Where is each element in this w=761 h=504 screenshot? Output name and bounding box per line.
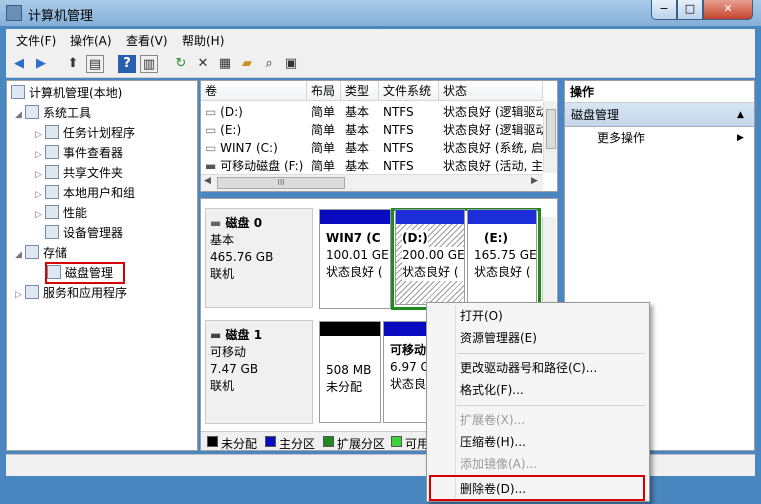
- scroll-left-icon[interactable]: ◀: [204, 176, 211, 186]
- show-tree-icon[interactable]: ▤: [86, 55, 104, 73]
- collapse-up-icon[interactable]: ▲: [737, 103, 744, 127]
- collapse-icon[interactable]: ◢: [15, 106, 25, 124]
- partition-unallocated[interactable]: 508 MB 未分配: [319, 321, 381, 423]
- navigation-tree: 计算机管理(本地) ◢ 系统工具 ▷ 任务计划程序 ▷ 事件查看器 ▷ 共享文件夹 ▷ 本…: [6, 80, 198, 451]
- expand-icon[interactable]: ▷: [15, 286, 25, 304]
- users-icon: [45, 185, 59, 199]
- menu-action[interactable]: 操作(A): [70, 32, 112, 49]
- menu-item-open[interactable]: 打开(O): [460, 306, 503, 326]
- legend-swatch-extended: [323, 436, 334, 447]
- expand-icon[interactable]: ▷: [35, 146, 45, 164]
- partition-d[interactable]: (D:) 200.00 GE 状态良好 (: [395, 209, 465, 305]
- properties-icon[interactable]: ▦: [216, 55, 234, 73]
- column-header-type[interactable]: 类型: [341, 81, 379, 101]
- column-header-layout[interactable]: 布局: [307, 81, 341, 101]
- tree-item-services-apps[interactable]: ▷ 服务和应用程序: [15, 284, 127, 302]
- tree-item-task-scheduler[interactable]: ▷ 任务计划程序: [35, 124, 135, 142]
- tree-item-local-users[interactable]: ▷ 本地用户和组: [35, 184, 135, 202]
- scroll-thumb[interactable]: [546, 109, 556, 149]
- tree-item-storage[interactable]: ◢ 存储: [15, 244, 67, 262]
- menu-separator: [457, 353, 645, 354]
- performance-icon: [45, 205, 59, 219]
- horizontal-scrollbar[interactable]: ◀ III ▶: [201, 174, 543, 191]
- actions-header: 操作: [565, 81, 754, 103]
- event-log-icon: [45, 145, 59, 159]
- tree-item-system-tools[interactable]: ◢ 系统工具: [15, 104, 91, 122]
- menu-bar: 文件(F) 操作(A) 查看(V) 帮助(H): [6, 29, 755, 51]
- delete-volume-highlight: [429, 475, 645, 501]
- scroll-thumb[interactable]: III: [217, 177, 345, 189]
- device-manager-icon: [45, 225, 59, 239]
- expand-icon[interactable]: ▷: [35, 126, 45, 144]
- help-icon[interactable]: ?: [118, 55, 136, 73]
- menu-item-format[interactable]: 格式化(F)...: [460, 380, 524, 400]
- vertical-scrollbar[interactable]: [543, 101, 557, 173]
- back-icon[interactable]: ◀: [10, 55, 28, 73]
- properties-pane-icon[interactable]: ▥: [140, 55, 158, 73]
- column-header-filesystem[interactable]: 文件系统: [379, 81, 439, 101]
- disk-0-label[interactable]: ▬ 磁盘 0 基本 465.76 GB 联机: [205, 208, 313, 308]
- drive-icon: ▭: [205, 141, 221, 155]
- disk-1-label[interactable]: ▬ 磁盘 1 可移动 7.47 GB 联机: [205, 320, 313, 424]
- tree-item-device-manager[interactable]: 设备管理器: [45, 224, 123, 242]
- legend-swatch-free: [391, 436, 402, 447]
- drive-icon: ▭: [205, 105, 221, 119]
- drive-icon: ▭: [205, 123, 221, 137]
- menu-item-shrink-volume[interactable]: 压缩卷(H)...: [460, 432, 526, 452]
- tree-item-performance[interactable]: ▷ 性能: [35, 204, 87, 222]
- title-bar: 计算机管理 − □ ✕: [0, 0, 761, 26]
- maximize-button[interactable]: □: [677, 0, 703, 20]
- expand-icon[interactable]: ▷: [35, 186, 45, 204]
- search-icon[interactable]: ⌕: [260, 55, 278, 73]
- collapse-icon[interactable]: ◢: [15, 246, 25, 264]
- legend-swatch-primary: [265, 436, 276, 447]
- column-header-volume[interactable]: 卷: [201, 81, 307, 101]
- disk-view-scrollbar[interactable]: [542, 217, 556, 307]
- refresh-icon[interactable]: ↻: [172, 55, 190, 73]
- toolbar: ◀ ▶ ⬆ ▤ ? ▥ ↻ ✕ ▦ ▰ ⌕ ▣: [6, 51, 755, 78]
- context-menu: 打开(O) 资源管理器(E) 更改驱动器号和路径(C)... 格式化(F)...…: [426, 302, 650, 502]
- disk-icon: ▬: [210, 216, 226, 230]
- computer-management-icon: [6, 5, 22, 21]
- more-actions-item[interactable]: 更多操作 ▶: [565, 127, 754, 149]
- removable-disk-icon: ▬: [210, 328, 226, 342]
- menu-item-change-drive-letter[interactable]: 更改驱动器号和路径(C)...: [460, 358, 597, 378]
- menu-item-extend-volume: 扩展卷(X)...: [460, 413, 526, 427]
- tree-item-shared-folders[interactable]: ▷ 共享文件夹: [35, 164, 123, 182]
- delete-icon[interactable]: ✕: [194, 55, 212, 73]
- menu-file[interactable]: 文件(F): [16, 32, 56, 49]
- window-title: 计算机管理: [28, 9, 94, 24]
- volume-list: 卷 布局 类型 文件系统 状态 ▭ (D:) 简单 基本 NTFS 状态良好 (…: [200, 80, 558, 192]
- computer-icon: [11, 85, 25, 99]
- shared-folder-icon: [45, 165, 59, 179]
- tree-item-event-viewer[interactable]: ▷ 事件查看器: [35, 144, 123, 162]
- expand-icon[interactable]: ▷: [35, 166, 45, 184]
- tree-item-root[interactable]: 计算机管理(本地): [11, 84, 122, 102]
- menu-item-add-mirror: 添加镜像(A)...: [460, 457, 538, 471]
- menu-item-explorer[interactable]: 资源管理器(E): [460, 328, 537, 348]
- submenu-arrow-icon: ▶: [737, 133, 744, 143]
- disk-management-highlight: [45, 262, 125, 284]
- menu-help[interactable]: 帮助(H): [182, 32, 224, 49]
- storage-icon: [25, 245, 39, 259]
- menu-separator: [457, 405, 645, 406]
- close-button[interactable]: ✕: [703, 0, 753, 20]
- tools-icon: [25, 105, 39, 119]
- minimize-button[interactable]: −: [651, 0, 677, 20]
- expand-icon[interactable]: ▷: [35, 206, 45, 224]
- scroll-right-icon[interactable]: ▶: [531, 176, 538, 186]
- legend-swatch-unallocated: [207, 436, 218, 447]
- actions-section-disk-management[interactable]: 磁盘管理 ▲: [565, 103, 754, 127]
- removable-drive-icon: ▬: [205, 159, 221, 173]
- column-header-status[interactable]: 状态: [439, 81, 543, 101]
- up-folder-icon[interactable]: ⬆: [64, 55, 82, 73]
- menu-view[interactable]: 查看(V): [126, 32, 168, 49]
- services-icon: [25, 285, 39, 299]
- forward-icon[interactable]: ▶: [32, 55, 50, 73]
- export-icon[interactable]: ▣: [282, 55, 300, 73]
- partition-e[interactable]: (E:) 165.75 GE 状态良好 (: [467, 209, 537, 305]
- partition-c[interactable]: WIN7 (C 100.01 GE 状态良好 (: [319, 209, 391, 309]
- clock-icon: [45, 125, 59, 139]
- open-icon[interactable]: ▰: [238, 55, 256, 73]
